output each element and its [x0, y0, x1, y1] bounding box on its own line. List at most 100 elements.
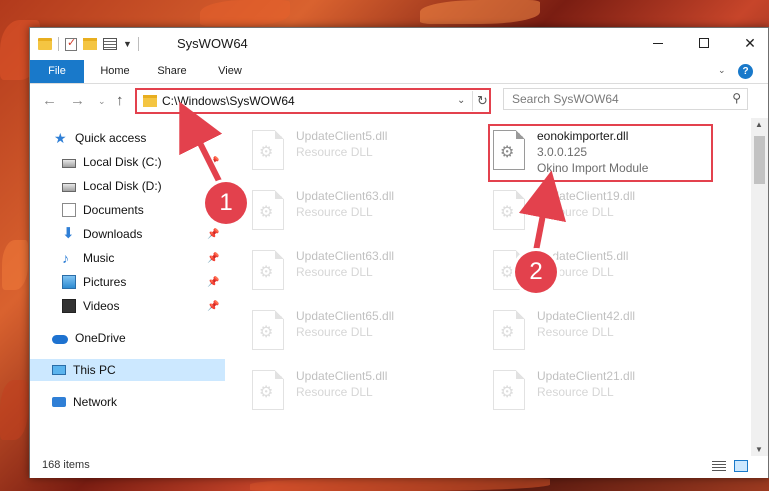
gear-icon: ⚙: [259, 324, 274, 341]
sidebar-item-local-disk-d[interactable]: Local Disk (D:): [30, 175, 225, 197]
sidebar-item-local-disk-c[interactable]: Local Disk (C:) 📌: [30, 151, 225, 173]
gear-icon: ⚙: [500, 384, 515, 401]
scroll-down-icon[interactable]: ▼: [755, 445, 763, 454]
tab-home[interactable]: Home: [90, 60, 140, 83]
toolbar-divider: [58, 37, 59, 51]
file-item[interactable]: ⚙ UpdateClient42.dll Resource DLL: [491, 306, 711, 356]
address-history-dropdown-icon[interactable]: ⌄: [457, 95, 465, 106]
sidebar-item-label: Local Disk (C:): [83, 155, 162, 169]
back-arrow-icon[interactable]: ←: [42, 92, 57, 109]
sidebar-item-this-pc[interactable]: This PC: [30, 359, 225, 381]
address-bar[interactable]: C:\Windows\SysWOW64 ⌄ ↻: [135, 88, 491, 114]
status-bar: 168 items: [30, 456, 768, 478]
file-list: ⚙ UpdateClient5.dll Resource DLL ⚙ Updat…: [226, 118, 750, 456]
sidebar-item-quick-access[interactable]: ★ Quick access: [30, 127, 225, 149]
file-name: UpdateClient19.dll: [537, 189, 636, 203]
file-explorer-window: ▼ SysWOW64 ✕ File Home Share View ⌄ ? ← …: [29, 27, 769, 478]
tab-view[interactable]: View: [210, 60, 250, 83]
sidebar-item-documents[interactable]: Documents: [30, 199, 225, 221]
background-leaf: [250, 478, 550, 491]
scroll-up-icon[interactable]: ▲: [755, 120, 763, 129]
sidebar-item-videos[interactable]: Videos 📌: [30, 295, 225, 317]
documents-icon: [62, 203, 76, 217]
file-name: UpdateClient63.dll: [296, 249, 395, 263]
search-placeholder: Search SysWOW64: [512, 92, 619, 106]
window-title: SysWOW64: [177, 36, 248, 51]
pin-icon[interactable]: 📌: [207, 301, 219, 312]
minimize-button[interactable]: [635, 28, 681, 58]
background-leaf: [200, 0, 290, 26]
title-bar: ▼ SysWOW64 ✕: [30, 28, 768, 60]
gear-icon: ⚙: [259, 264, 274, 281]
file-item[interactable]: ⚙ UpdateClient5.dll Resource DLL: [250, 126, 470, 176]
pin-icon[interactable]: 📌: [207, 157, 219, 168]
network-icon: [52, 397, 66, 407]
maximize-icon: [699, 38, 709, 48]
cloud-icon: [52, 335, 68, 344]
file-item[interactable]: ⚙ UpdateClient19.dll Resource DLL: [491, 186, 711, 236]
sidebar-item-label: This PC: [73, 363, 116, 377]
sidebar-item-downloads[interactable]: ⬇ Downloads 📌: [30, 223, 225, 245]
folder-icon: [38, 38, 52, 50]
file-item[interactable]: ⚙ UpdateClient5.dll Resource DLL: [250, 366, 470, 416]
ribbon-tabs: File Home Share View ⌄ ?: [30, 60, 768, 84]
properties-icon[interactable]: [65, 36, 77, 51]
dll-file-icon: ⚙: [252, 190, 284, 230]
sidebar-item-label: Quick access: [75, 131, 147, 145]
drive-icon: [62, 158, 76, 168]
pin-icon[interactable]: 📌: [207, 229, 219, 240]
dll-file-icon: ⚙: [252, 250, 284, 290]
forward-arrow-icon[interactable]: →: [70, 92, 85, 109]
step-marker-1: 1: [205, 182, 247, 224]
recent-locations-icon[interactable]: ⌄: [98, 96, 106, 107]
sidebar-item-onedrive[interactable]: OneDrive: [30, 327, 225, 349]
file-item[interactable]: ⚙ UpdateClient63.dll Resource DLL: [250, 246, 470, 296]
file-name: UpdateClient63.dll: [296, 189, 395, 203]
file-name: UpdateClient21.dll: [537, 369, 636, 383]
gear-icon: ⚙: [259, 204, 274, 221]
navigation-bar: ← → ⌄ ↑ C:\Windows\SysWOW64 ⌄ ↻ Search S…: [30, 85, 768, 118]
search-input[interactable]: Search SysWOW64 ⚲: [503, 88, 748, 110]
pin-icon[interactable]: 📌: [207, 253, 219, 264]
search-icon: ⚲: [732, 91, 741, 105]
sidebar-item-label: Local Disk (D:): [83, 179, 162, 193]
videos-icon: [62, 299, 76, 313]
dll-file-icon: ⚙: [493, 310, 525, 350]
expand-ribbon-icon[interactable]: ⌄: [718, 65, 726, 76]
tab-file[interactable]: File: [30, 60, 84, 83]
sidebar-item-label: Videos: [83, 299, 120, 313]
help-icon[interactable]: ?: [738, 64, 753, 79]
pictures-icon: [62, 275, 76, 289]
file-type: Resource DLL: [296, 385, 373, 399]
dll-file-icon: ⚙: [493, 190, 525, 230]
computer-icon: [52, 365, 66, 375]
vertical-scrollbar[interactable]: ▲ ▼: [751, 118, 768, 456]
details-view-icon[interactable]: [712, 461, 726, 472]
pin-icon[interactable]: 📌: [207, 277, 219, 288]
folder-icon: [143, 95, 157, 107]
sidebar-item-label: Network: [73, 395, 118, 409]
file-item[interactable]: ⚙ UpdateClient63.dll Resource DLL: [250, 186, 470, 236]
highlight-box: [488, 124, 713, 182]
large-icons-view-icon[interactable]: [734, 460, 748, 472]
file-item[interactable]: ⚙ UpdateClient65.dll Resource DLL: [250, 306, 470, 356]
customize-view-icon[interactable]: [103, 38, 117, 50]
tab-share[interactable]: Share: [152, 60, 192, 83]
close-button[interactable]: ✕: [727, 28, 769, 58]
scrollbar-thumb[interactable]: [754, 136, 765, 184]
file-type: Resource DLL: [296, 205, 373, 219]
customize-toolbar-dropdown-icon[interactable]: ▼: [123, 39, 132, 49]
sidebar-item-pictures[interactable]: Pictures 📌: [30, 271, 225, 293]
address-path[interactable]: C:\Windows\SysWOW64: [162, 94, 295, 108]
background-leaf: [420, 0, 540, 24]
sidebar-item-network[interactable]: Network: [30, 391, 225, 413]
file-name: UpdateClient5.dll: [296, 129, 388, 143]
sidebar-item-music[interactable]: ♪ Music 📌: [30, 247, 225, 269]
file-item[interactable]: ⚙ UpdateClient21.dll Resource DLL: [491, 366, 711, 416]
new-folder-icon[interactable]: [83, 38, 97, 50]
dll-file-icon: ⚙: [493, 370, 525, 410]
up-arrow-icon[interactable]: ↑: [116, 92, 124, 109]
refresh-icon[interactable]: ↻: [472, 91, 492, 111]
background-leaf: [0, 380, 28, 440]
maximize-button[interactable]: [681, 28, 727, 58]
